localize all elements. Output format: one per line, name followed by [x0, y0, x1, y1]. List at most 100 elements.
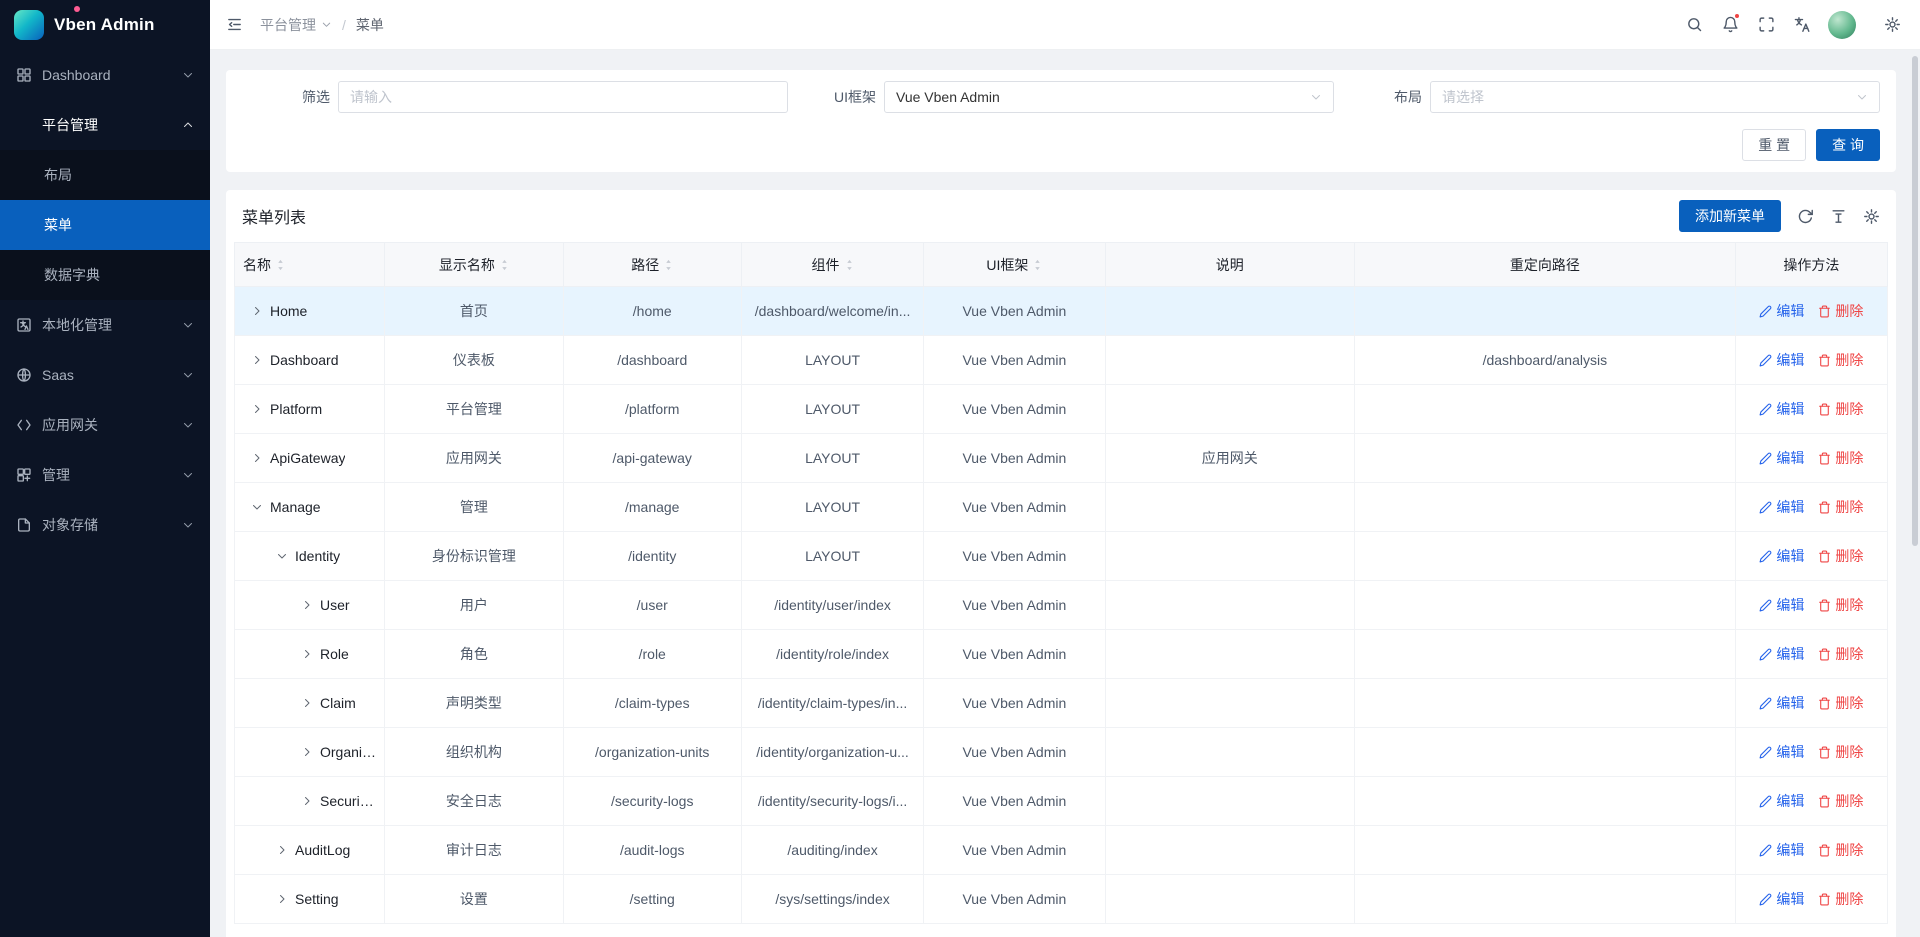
sort-icons[interactable] [500, 260, 509, 270]
edit-button[interactable]: 编辑 [1759, 840, 1804, 860]
expand-row-icon[interactable] [301, 697, 313, 709]
sort-icons[interactable] [1033, 260, 1042, 270]
table-row[interactable]: Organiz...组织机构/organization-units/identi… [235, 728, 1888, 777]
expand-row-icon[interactable] [251, 354, 263, 366]
bell-icon[interactable] [1712, 0, 1748, 50]
sidebar-subitem-data-dictionary[interactable]: 数据字典 [0, 250, 210, 300]
edit-button[interactable]: 编辑 [1759, 693, 1804, 713]
filter-input[interactable] [338, 81, 788, 113]
sidebar-item-api-gateway[interactable]: 应用网关 [0, 400, 210, 450]
table-row[interactable]: Manage管理/manageLAYOUTVue Vben Admin编辑删除 [235, 483, 1888, 532]
edit-button[interactable]: 编辑 [1759, 742, 1804, 762]
sidebar-item-dashboard[interactable]: Dashboard [0, 50, 210, 100]
delete-button[interactable]: 删除 [1818, 644, 1863, 664]
delete-button[interactable]: 删除 [1818, 546, 1863, 566]
column-header-5[interactable]: UI框架 [924, 243, 1105, 287]
page-scrollbar[interactable] [1912, 56, 1918, 926]
edit-label: 编辑 [1776, 595, 1804, 615]
edit-button[interactable]: 编辑 [1759, 399, 1804, 419]
table-row[interactable]: Claim声明类型/claim-types/identity/claim-typ… [235, 679, 1888, 728]
column-header-2[interactable]: 显示名称 [385, 243, 563, 287]
sidebar-item-object-storage[interactable]: 对象存储 [0, 500, 210, 550]
sidebar-item-platform[interactable]: 平台管理 [0, 100, 210, 150]
sort-icons[interactable] [276, 260, 285, 270]
table-row[interactable]: Home首页/home/dashboard/welcome/in...Vue V… [235, 287, 1888, 336]
sidebar-item-saas[interactable]: Saas [0, 350, 210, 400]
add-menu-button[interactable]: 添加新菜单 [1679, 200, 1781, 232]
edit-button[interactable]: 编辑 [1759, 595, 1804, 615]
fullscreen-icon[interactable] [1748, 0, 1784, 50]
layout-select[interactable]: 请选择 [1430, 81, 1880, 113]
delete-button[interactable]: 删除 [1818, 399, 1863, 419]
sidebar-subitem-layout[interactable]: 布局 [0, 150, 210, 200]
column-header-4[interactable]: 组件 [741, 243, 923, 287]
table-row[interactable]: Platform平台管理/platformLAYOUTVue Vben Admi… [235, 385, 1888, 434]
cell-name-container: Organiz... [235, 728, 385, 777]
table-row[interactable]: Identity身份标识管理/identityLAYOUTVue Vben Ad… [235, 532, 1888, 581]
delete-button[interactable]: 删除 [1818, 693, 1863, 713]
column-header-1[interactable]: 名称 [235, 243, 385, 287]
expand-row-icon[interactable] [301, 795, 313, 807]
edit-button[interactable]: 编辑 [1759, 546, 1804, 566]
table-row[interactable]: Setting设置/setting/sys/settings/indexVue … [235, 875, 1888, 924]
table-row[interactable]: AuditLog审计日志/audit-logs/auditing/indexVu… [235, 826, 1888, 875]
logo[interactable]: Vben Admin [0, 0, 210, 50]
cell-name: Organiz... [320, 744, 376, 760]
delete-button[interactable]: 删除 [1818, 791, 1863, 811]
breadcrumb-parent[interactable]: 平台管理 [260, 15, 332, 35]
delete-button[interactable]: 删除 [1818, 840, 1863, 860]
column-settings-icon[interactable] [1863, 208, 1880, 225]
cell-name-container: Dashboard [235, 336, 385, 385]
framework-select[interactable]: Vue Vben Admin [884, 81, 1334, 113]
expand-row-icon[interactable] [301, 746, 313, 758]
cell-description [1105, 483, 1354, 532]
delete-button[interactable]: 删除 [1818, 350, 1863, 370]
expand-row-icon[interactable] [251, 403, 263, 415]
collapse-row-icon[interactable] [251, 501, 263, 513]
scrollbar-thumb[interactable] [1912, 56, 1918, 546]
collapse-row-icon[interactable] [276, 550, 288, 562]
sidebar-fold-icon[interactable] [216, 0, 252, 50]
edit-button[interactable]: 编辑 [1759, 497, 1804, 517]
edit-button[interactable]: 编辑 [1759, 791, 1804, 811]
edit-button[interactable]: 编辑 [1759, 301, 1804, 321]
edit-button[interactable]: 编辑 [1759, 889, 1804, 909]
edit-button[interactable]: 编辑 [1759, 350, 1804, 370]
delete-button[interactable]: 删除 [1818, 742, 1863, 762]
cell-description [1105, 287, 1354, 336]
delete-button[interactable]: 删除 [1818, 889, 1863, 909]
query-button[interactable]: 查 询 [1816, 129, 1880, 161]
refresh-icon[interactable] [1797, 208, 1814, 225]
table-row[interactable]: User用户/user/identity/user/indexVue Vben … [235, 581, 1888, 630]
sidebar-item-manage[interactable]: 管理 [0, 450, 210, 500]
reset-button[interactable]: 重 置 [1742, 129, 1806, 161]
table-row[interactable]: Role角色/role/identity/role/indexVue Vben … [235, 630, 1888, 679]
search-icon[interactable] [1676, 0, 1712, 50]
avatar[interactable] [1828, 11, 1856, 39]
row-height-icon[interactable] [1830, 208, 1847, 225]
expand-row-icon[interactable] [301, 648, 313, 660]
column-header-3[interactable]: 路径 [563, 243, 741, 287]
expand-row-icon[interactable] [251, 452, 263, 464]
translate-icon[interactable] [1784, 0, 1820, 50]
cell-name-container: Manage [235, 483, 385, 532]
sidebar-subitem-menu[interactable]: 菜单 [0, 200, 210, 250]
delete-button[interactable]: 删除 [1818, 448, 1863, 468]
expand-row-icon[interactable] [251, 305, 263, 317]
table-row[interactable]: ApiGateway应用网关/api-gatewayLAYOUTVue Vben… [235, 434, 1888, 483]
delete-button[interactable]: 删除 [1818, 595, 1863, 615]
edit-button[interactable]: 编辑 [1759, 448, 1804, 468]
delete-button[interactable]: 删除 [1818, 301, 1863, 321]
expand-row-icon[interactable] [301, 599, 313, 611]
table-row[interactable]: Security...安全日志/security-logs/identity/s… [235, 777, 1888, 826]
edit-button[interactable]: 编辑 [1759, 644, 1804, 664]
edit-label: 编辑 [1776, 448, 1804, 468]
expand-row-icon[interactable] [276, 893, 288, 905]
sidebar-item-localization[interactable]: 本地化管理 [0, 300, 210, 350]
sort-icons[interactable] [845, 260, 854, 270]
sort-icons[interactable] [664, 260, 673, 270]
table-row[interactable]: Dashboard仪表板/dashboardLAYOUTVue Vben Adm… [235, 336, 1888, 385]
delete-button[interactable]: 删除 [1818, 497, 1863, 517]
expand-row-icon[interactable] [276, 844, 288, 856]
settings-gear-icon[interactable] [1874, 0, 1910, 50]
